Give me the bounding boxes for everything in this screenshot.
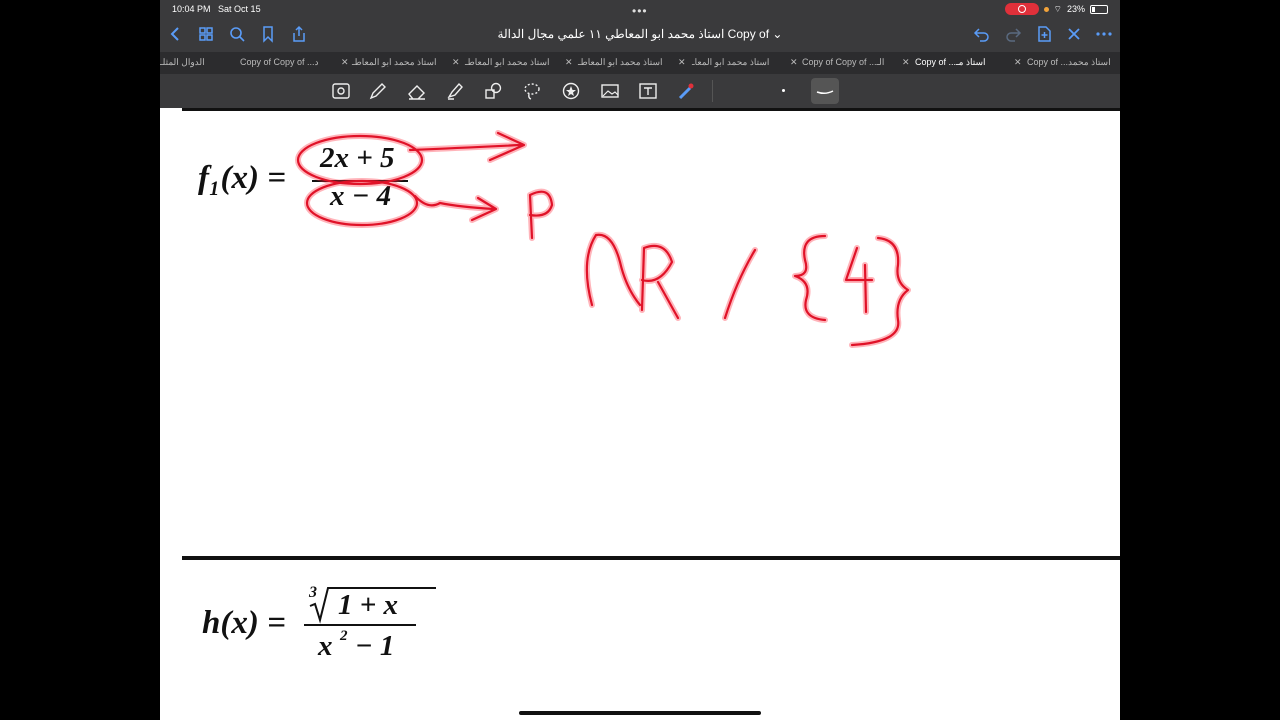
equation-h-denominator-exp: 2 — [340, 628, 348, 644]
home-indicator[interactable] — [519, 711, 761, 715]
equation-h-denominator-rest: − 1 — [355, 630, 395, 662]
equation-h-lhs: h(x) = — [202, 605, 286, 641]
page-rule — [182, 556, 1120, 560]
ink-annotations — [295, 130, 911, 348]
fraction-bar — [304, 624, 416, 626]
ipad-screen: 10:04 PM Sat Oct 15 ••• ⌔ 23% استاذ محمد… — [160, 0, 1120, 720]
equation-h-denominator-base: x — [318, 630, 333, 662]
equation-h-numerator: 1 + x — [338, 589, 399, 621]
